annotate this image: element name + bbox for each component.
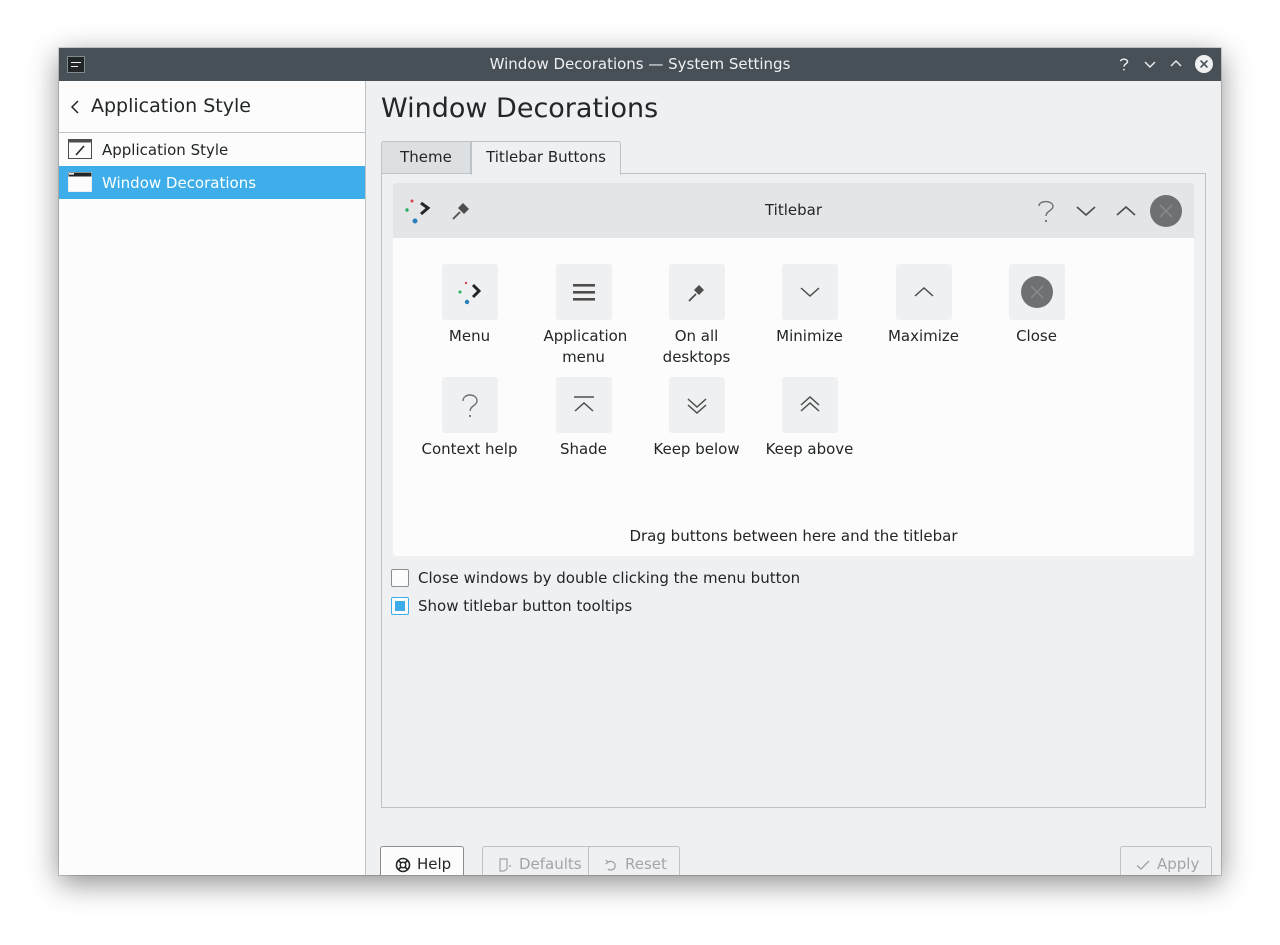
help-lifebuoy-icon [395,857,411,873]
button-on-all-desktops[interactable]: On all desktops [640,264,753,368]
button-label: Keep above [765,440,854,458]
page-title: Window Decorations [381,93,659,124]
defaults-button-label: Defaults [519,855,582,873]
button-label: Context help [421,440,518,458]
button-keep-above[interactable]: Keep above [753,377,866,460]
button-application-menu[interactable]: Application menu [527,264,640,368]
sidebar-item-window-decorations[interactable]: Window Decorations [59,166,365,199]
show-tooltips-checkbox[interactable] [391,597,409,615]
drag-hint: Drag buttons between here and the titleb… [629,527,958,545]
button-label: Shade [560,440,607,458]
checkmark-icon [1136,860,1150,870]
chevron-down-icon[interactable] [781,264,838,320]
maximize-icon[interactable] [1113,199,1139,223]
sidebar-back-label[interactable]: Application Style [91,95,251,117]
button-label: On all desktops [662,327,731,366]
button-menu[interactable]: Menu [413,264,526,347]
defaults-icon [499,858,511,872]
sidebar-back-header[interactable]: Application Style [59,81,365,133]
sidebar: Application Style Application Style Wind… [59,81,366,875]
reset-button[interactable]: Reset [588,846,680,875]
minimize-icon[interactable] [1073,199,1099,223]
button-keep-below[interactable]: Keep below [640,377,753,460]
back-arrow-icon[interactable] [69,97,83,117]
button-shade[interactable]: Shade [527,377,640,460]
button-label: Close [1016,327,1057,345]
reset-button-label: Reset [625,855,667,873]
shade-icon[interactable] [555,377,612,433]
tab-theme[interactable]: Theme [381,141,471,174]
close-double-click-checkbox[interactable] [391,569,409,587]
option-label[interactable]: Close windows by double clicking the men… [418,569,800,587]
apply-button-label: Apply [1157,855,1200,873]
button-label: Menu [448,327,491,345]
button-close[interactable]: Close [980,264,1093,347]
available-buttons-area[interactable]: Menu Application menu On all desktops Mi… [393,238,1194,556]
button-minimize[interactable]: Minimize [753,264,866,347]
window-title: Window Decorations — System Settings [489,55,791,73]
question-icon[interactable] [441,377,498,433]
window-close-icon[interactable] [1194,54,1214,74]
close-circle-icon[interactable] [1008,264,1065,320]
help-icon[interactable] [1033,197,1059,225]
sidebar-item-application-style[interactable]: Application Style [59,133,365,166]
double-chevron-up-icon[interactable] [781,377,838,433]
window-decorations-icon [68,172,92,192]
close-icon[interactable] [1149,194,1183,228]
help-button-label: Help [417,855,452,873]
double-chevron-down-icon[interactable] [668,377,725,433]
button-label: Application menu [543,327,628,366]
window-help-icon[interactable] [1114,54,1134,74]
system-settings-window: Window Decorations — System Settings App… [59,48,1221,875]
help-button[interactable]: Help [380,846,465,875]
titlebar-buttons-panel: Titlebar Menu Application menu On all de… [381,173,1206,808]
menu-dots-icon[interactable] [441,264,498,320]
pin-icon[interactable] [668,264,725,320]
window-maximize-icon[interactable] [1166,54,1186,74]
tab-titlebar-buttons[interactable]: Titlebar Buttons [471,141,621,175]
main-content: Window Decorations Theme Titlebar Button… [366,81,1221,875]
chevron-up-icon[interactable] [895,264,952,320]
button-maximize[interactable]: Maximize [867,264,980,347]
hamburger-icon[interactable] [555,264,612,320]
application-style-icon [68,139,92,159]
sidebar-item-label: Window Decorations [102,174,257,192]
button-label: Maximize [887,327,960,345]
defaults-button[interactable]: Defaults [482,846,595,875]
option-label[interactable]: Show titlebar button tooltips [418,597,632,615]
apply-button[interactable]: Apply [1120,846,1213,875]
button-label: Minimize [776,327,843,345]
reset-undo-icon [605,859,616,871]
titlebar-preview[interactable]: Titlebar [393,183,1194,238]
window-titlebar[interactable]: Window Decorations — System Settings [59,48,1221,81]
button-context-help[interactable]: Context help [413,377,526,460]
window-minimize-icon[interactable] [1140,54,1160,74]
button-label: Keep below [653,440,740,458]
sidebar-item-label: Application Style [102,141,229,159]
